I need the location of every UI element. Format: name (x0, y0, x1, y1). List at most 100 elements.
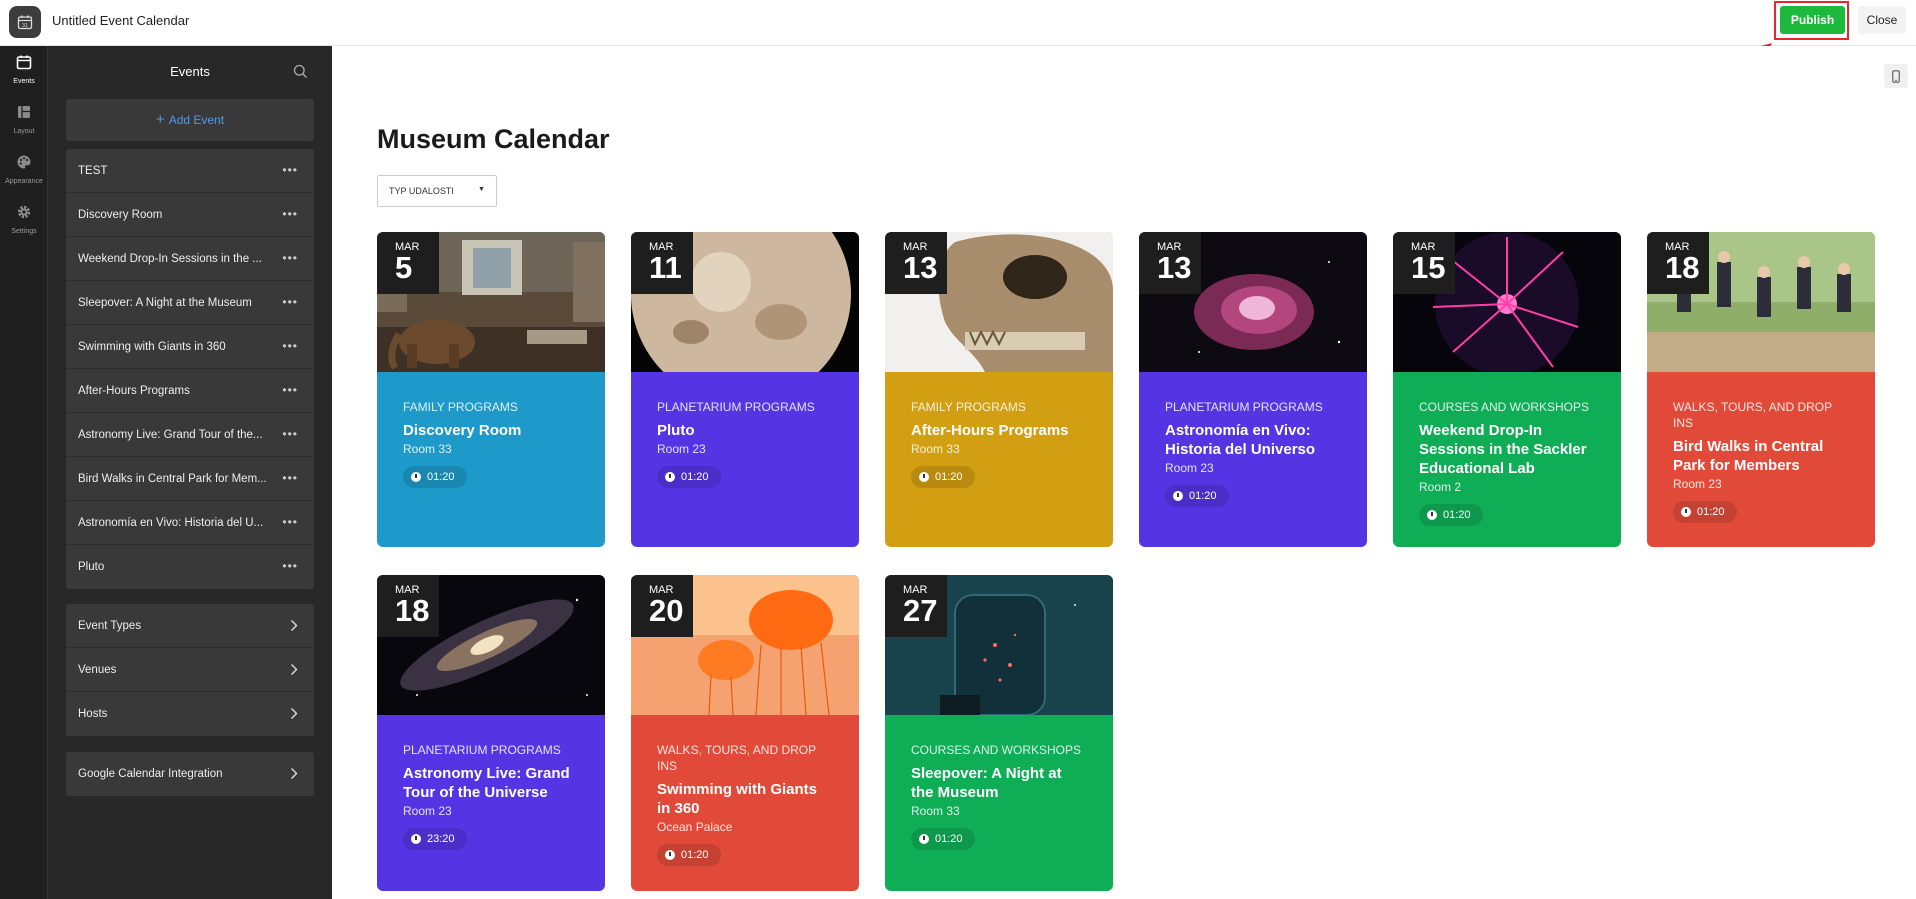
event-time-label: 01:20 (1443, 509, 1471, 521)
event-card[interactable]: MAR 13 PLANETARIUM PROGRAMS Astronomía en V… (1139, 232, 1367, 547)
event-type-filter[interactable]: TYP UDALOSTI ▼ (377, 175, 497, 207)
more-options-icon[interactable]: ••• (282, 163, 298, 177)
clock-icon (1173, 491, 1183, 501)
more-options-icon[interactable]: ••• (282, 295, 298, 309)
event-card[interactable]: MAR 13 FAMILY PROGRAMS After-Hours Programs… (885, 232, 1113, 547)
rail-label-events: Events (13, 78, 35, 85)
event-time: 01:20 (1673, 501, 1737, 523)
event-title: Discovery Room (403, 422, 522, 439)
section-venues[interactable]: Venues (66, 648, 314, 692)
more-options-icon[interactable]: ••• (282, 515, 298, 529)
event-time: 01:20 (911, 466, 975, 488)
event-list-item[interactable]: Swimming with Giants in 360 ••• (66, 325, 314, 369)
event-time-label: 01:20 (427, 471, 455, 483)
card-body: PLANETARIUM PROGRAMS Astronomía en Vivo: … (1139, 372, 1367, 507)
event-list-item[interactable]: Astronomy Live: Grand Tour of the... ••• (66, 413, 314, 457)
clock-icon (665, 472, 675, 482)
event-name: Discovery Room (78, 208, 163, 221)
event-image: MAR 20 (631, 575, 859, 715)
event-name: Swimming with Giants in 360 (78, 340, 226, 353)
event-list-item[interactable]: Sleepover: A Night at the Museum ••• (66, 281, 314, 325)
google-calendar-integration[interactable]: Google Calendar Integration (66, 752, 314, 796)
event-list-item[interactable]: Weekend Drop-In Sessions in the ... ••• (66, 237, 314, 281)
event-venue: Ocean Palace (657, 820, 733, 834)
card-body: PLANETARIUM PROGRAMS Astronomy Live: Gran… (377, 715, 605, 850)
event-image: MAR 13 (885, 232, 1113, 372)
date-day: 13 (903, 250, 938, 285)
event-title: Bird Walks in Central Park for Members (1673, 438, 1824, 474)
clock-icon (919, 834, 929, 844)
search-icon[interactable] (293, 64, 308, 84)
event-time: 01:20 (657, 844, 721, 866)
palette-icon (16, 154, 32, 175)
event-time-label: 01:20 (935, 833, 963, 845)
svg-text:31: 31 (22, 23, 28, 29)
event-image: MAR 18 (377, 575, 605, 715)
close-button[interactable]: Close (1858, 6, 1906, 34)
page-title: Museum Calendar (377, 124, 610, 154)
chevron-right-icon (290, 707, 298, 725)
clock-icon (665, 850, 675, 860)
date-badge: MAR 13 (885, 232, 947, 294)
event-type: PLANETARIUM PROGRAMS (1165, 400, 1323, 414)
more-options-icon[interactable]: ••• (282, 427, 298, 441)
event-card[interactable]: MAR 15 COURSES AND WORKSHOPS Weekend Drop-I… (1393, 232, 1621, 547)
date-day: 15 (1411, 250, 1446, 285)
event-venue: Room 2 (1419, 480, 1462, 494)
more-options-icon[interactable]: ••• (282, 471, 298, 485)
clock-icon (411, 472, 421, 482)
event-list: TEST ••• Discovery Room ••• Weekend Drop-I… (66, 149, 314, 589)
event-card[interactable]: MAR 11 PLANETARIUM PROGRAMS Pluto Room 23 01:… (631, 232, 859, 547)
more-options-icon[interactable]: ••• (282, 339, 298, 353)
section-hosts[interactable]: Hosts (66, 692, 314, 736)
event-image: MAR 27 (885, 575, 1113, 715)
event-list-item[interactable]: Pluto ••• (66, 545, 314, 589)
calendar-preview: Museum Calendar TYP UDALOSTI ▼ MAR 5 FAMIL… (332, 46, 1916, 899)
event-card[interactable]: MAR 27 COURSES AND WORKSHOPS Sleepover: A N… (885, 575, 1113, 891)
event-type: PLANETARIUM PROGRAMS (657, 400, 815, 414)
event-time: 01:20 (403, 466, 467, 488)
event-type: WALKS, TOURS, AND DROP INS (657, 743, 816, 773)
section-event-types[interactable]: Event Types (66, 604, 314, 648)
left-rail: Events Layout Appearance Settings (0, 46, 48, 899)
event-name: Weekend Drop-In Sessions in the ... (78, 252, 262, 265)
event-name: Pluto (78, 561, 105, 573)
mobile-preview-icon[interactable] (1884, 64, 1908, 88)
section-label: Hosts (78, 708, 108, 720)
rail-label-appearance: Appearance (5, 178, 43, 185)
chevron-right-icon (290, 767, 298, 785)
event-card[interactable]: MAR 20 WALKS, TOURS, AND DROP INS Swimming … (631, 575, 859, 891)
event-list-item[interactable]: Discovery Room ••• (66, 193, 314, 237)
event-list-item[interactable]: Astronomía en Vivo: Historia del U... ••• (66, 501, 314, 545)
event-card[interactable]: MAR 18 WALKS, TOURS, AND DROP INS Bird Walk… (1647, 232, 1875, 547)
more-options-icon[interactable]: ••• (282, 207, 298, 221)
events-panel: Events + Add Event TEST ••• Discovery Roo… (48, 46, 332, 899)
integration-label: Google Calendar Integration (78, 768, 223, 780)
event-type: FAMILY PROGRAMS (911, 400, 1026, 414)
event-list-item[interactable]: TEST ••• (66, 149, 314, 193)
more-options-icon[interactable]: ••• (282, 251, 298, 265)
rail-item-appearance[interactable]: Appearance (0, 154, 48, 198)
filter-label: TYP UDALOSTI (389, 186, 454, 196)
rail-label-layout: Layout (13, 128, 35, 135)
event-image: MAR 18 (1647, 232, 1875, 372)
rail-item-settings[interactable]: Settings (0, 204, 48, 248)
date-badge: MAR 20 (631, 575, 693, 637)
clock-icon (1681, 507, 1691, 517)
more-options-icon[interactable]: ••• (282, 383, 298, 397)
gear-icon (16, 204, 32, 225)
card-body: COURSES AND WORKSHOPS Sleepover: A Night … (885, 715, 1113, 850)
chevron-right-icon (290, 663, 298, 681)
more-options-icon[interactable]: ••• (282, 559, 298, 573)
event-venue: Room 23 (1673, 477, 1722, 491)
event-list-item[interactable]: After-Hours Programs ••• (66, 369, 314, 413)
event-card[interactable]: MAR 18 PLANETARIUM PROGRAMS Astronomy Live:… (377, 575, 605, 891)
event-time: 01:20 (911, 828, 975, 850)
clock-icon (411, 834, 421, 844)
event-time: 01:20 (1419, 504, 1483, 526)
event-card[interactable]: MAR 5 FAMILY PROGRAMS Discovery Room Room 33… (377, 232, 605, 547)
add-event-button[interactable]: + Add Event (66, 99, 314, 141)
rail-item-events[interactable]: Events (0, 54, 48, 98)
event-list-item[interactable]: Bird Walks in Central Park for Mem... ••• (66, 457, 314, 501)
rail-item-layout[interactable]: Layout (0, 104, 48, 148)
